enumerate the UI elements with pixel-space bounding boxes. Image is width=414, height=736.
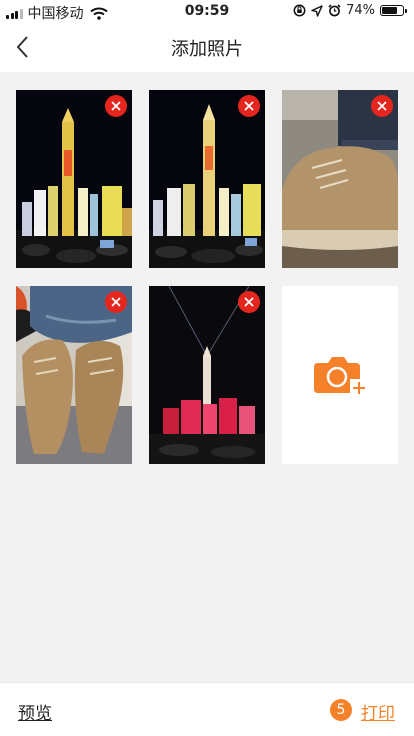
- location-arrow-icon: [311, 4, 323, 17]
- delete-photo-button[interactable]: [238, 95, 260, 117]
- close-icon: [244, 101, 254, 111]
- delete-photo-button[interactable]: [371, 95, 393, 117]
- battery-percent: 74%: [346, 3, 375, 18]
- print-button[interactable]: 打印: [361, 699, 395, 724]
- add-photo-button[interactable]: [282, 286, 398, 464]
- preview-button[interactable]: 预览: [18, 699, 52, 724]
- rotation-lock-icon: [293, 4, 306, 17]
- status-right: 74%: [293, 3, 407, 18]
- status-bar: 中国移动 09:59 74%: [0, 0, 414, 22]
- bottom-bar: 预览 5 打印: [0, 682, 414, 736]
- photo-tile[interactable]: [16, 286, 132, 464]
- close-icon: [111, 101, 121, 111]
- page-title: 添加照片: [171, 39, 243, 60]
- camera-add-icon: [314, 357, 368, 397]
- battery-icon: [380, 5, 407, 16]
- delete-photo-button[interactable]: [238, 291, 260, 313]
- alarm-icon: [328, 4, 341, 17]
- close-icon: [377, 101, 387, 111]
- nav-bar: 添加照片: [0, 22, 414, 72]
- delete-photo-button[interactable]: [105, 95, 127, 117]
- close-icon: [111, 297, 121, 307]
- photo-count-badge: 5: [330, 699, 352, 721]
- photo-tile[interactable]: [282, 90, 398, 268]
- close-icon: [244, 297, 254, 307]
- photo-tile[interactable]: [149, 286, 265, 464]
- photo-tile[interactable]: [149, 90, 265, 268]
- delete-photo-button[interactable]: [105, 291, 127, 313]
- battery-fill: [382, 7, 397, 14]
- photo-tile[interactable]: [16, 90, 132, 268]
